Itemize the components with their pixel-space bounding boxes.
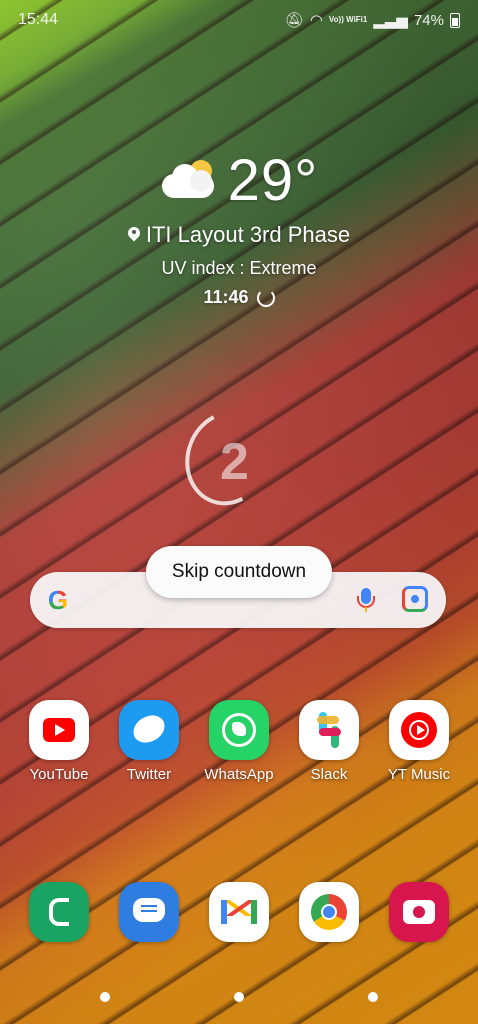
dock-messages[interactable] — [104, 882, 194, 942]
updated-time-row: 11:46 — [0, 287, 478, 308]
camera-icon — [389, 882, 449, 942]
partly-cloudy-icon — [160, 158, 218, 202]
messages-icon — [119, 882, 179, 942]
countdown-indicator: 2 — [172, 398, 284, 518]
app-label: YouTube — [29, 766, 89, 783]
app-yt-music[interactable]: YT Music — [374, 700, 464, 783]
dock-chrome[interactable] — [284, 882, 374, 942]
location: ITI Layout 3rd Phase — [0, 222, 478, 248]
youtube-icon — [29, 700, 89, 760]
app-label: Slack — [310, 766, 348, 783]
home-dot[interactable] — [234, 992, 244, 1002]
dock — [14, 882, 464, 942]
battery-icon — [450, 12, 460, 28]
google-logo-icon: G — [44, 586, 72, 614]
wifi-icon: ◠ — [309, 12, 323, 29]
weather-widget[interactable]: 29° ITI Layout 3rd Phase UV index : Extr… — [0, 148, 478, 308]
app-youtube[interactable]: YouTube — [14, 700, 104, 783]
dock-camera[interactable] — [374, 882, 464, 942]
slack-icon — [299, 700, 359, 760]
location-label: ITI Layout 3rd Phase — [145, 222, 351, 247]
mute-icon: 🔕︎ — [284, 12, 304, 29]
whatsapp-icon — [209, 700, 269, 760]
app-whatsapp[interactable]: WhatsApp — [194, 700, 284, 783]
microphone-icon[interactable] — [352, 586, 380, 614]
location-pin-icon — [128, 227, 140, 243]
dock-gmail[interactable] — [194, 882, 284, 942]
countdown-number: 2 — [220, 433, 249, 491]
gmail-icon — [209, 882, 269, 942]
recents-dot[interactable] — [100, 992, 110, 1002]
chrome-icon — [299, 882, 359, 942]
volte-wifi-label: Vo)) WiFi1 — [328, 15, 368, 24]
status-time: 15:44 — [18, 11, 59, 28]
dock-phone[interactable] — [14, 882, 104, 942]
app-twitter[interactable]: Twitter — [104, 700, 194, 783]
app-label: Twitter — [126, 766, 172, 783]
battery-percentage: 74% — [413, 11, 444, 29]
app-row: YouTube Twitter WhatsApp Slack YT Music — [14, 700, 464, 783]
back-dot[interactable] — [368, 992, 378, 1002]
navigation-dots — [0, 992, 478, 1002]
temperature: 29° — [227, 147, 319, 213]
phone-icon — [29, 882, 89, 942]
status-icons: 🔕︎ ◠ Vo)) WiFi1 ▂▃▅ 74% — [285, 11, 460, 29]
app-label: YT Music — [387, 766, 451, 783]
twitter-icon — [119, 700, 179, 760]
cell-signal-icon: ▂▃▅ — [373, 12, 408, 29]
updated-time: 11:46 — [203, 287, 249, 307]
app-slack[interactable]: Slack — [284, 700, 374, 783]
skip-countdown-button[interactable]: Skip countdown — [146, 546, 332, 598]
status-bar: 15:44 🔕︎ ◠ Vo)) WiFi1 ▂▃▅ 74% — [0, 8, 478, 32]
uv-index: UV index : Extreme — [161, 258, 317, 278]
app-label: WhatsApp — [204, 766, 274, 783]
yt-music-icon — [389, 700, 449, 760]
google-lens-icon[interactable] — [402, 586, 428, 612]
refresh-icon[interactable] — [256, 288, 275, 307]
weather-top: 29° — [0, 147, 478, 213]
